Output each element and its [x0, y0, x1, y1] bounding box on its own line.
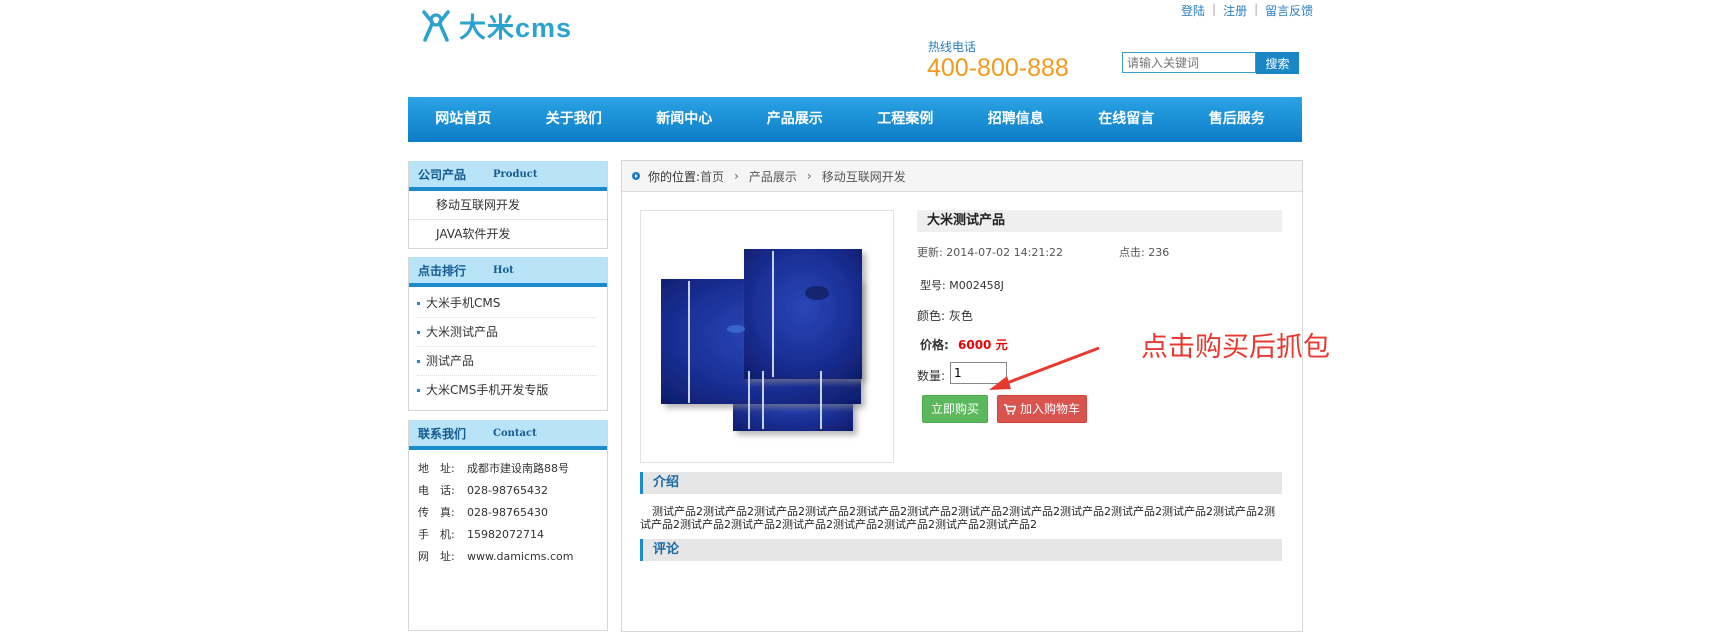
bullet-icon [417, 301, 420, 305]
search-button[interactable]: 搜索 [1256, 52, 1299, 74]
contact-key: 手 机: [418, 528, 455, 541]
product-updated: 更新: 2014-07-02 14:21:22 [917, 246, 1064, 259]
contact-header: 联系我们 Contact [409, 420, 607, 450]
hot-title-en: Hot [493, 264, 514, 276]
contact-mobile: 手 机: 15982072714 [418, 524, 607, 546]
contact-value: 028-98765432 [467, 484, 548, 497]
feedback-link[interactable]: 留言反馈 [1265, 2, 1313, 19]
product-title: 大米测试产品 [917, 210, 1282, 232]
breadcrumb-label: 你的位置: [648, 169, 701, 184]
search-input[interactable] [1122, 52, 1256, 73]
contact-key: 传 真: [418, 506, 455, 519]
breadcrumb-home[interactable]: 首页 [700, 168, 724, 185]
product-category-title-en: Product [493, 168, 538, 180]
login-link[interactable]: 登陆 [1181, 2, 1205, 19]
cart-icon [1003, 403, 1016, 415]
link-separator: | [1212, 2, 1217, 16]
hot-item[interactable]: 大米测试产品 [417, 318, 597, 347]
nav-about[interactable]: 关于我们 [519, 97, 630, 142]
logo-text: 大米cms [459, 13, 573, 43]
register-link[interactable]: 注册 [1223, 2, 1247, 19]
contact-title: 联系我们 [418, 426, 467, 441]
contact-phone: 电 话: 028-98765432 [418, 480, 607, 502]
chevron-right-icon: › [806, 169, 812, 183]
hot-header: 点击排行 Hot [409, 257, 607, 287]
contact-key: 电 话: [418, 484, 455, 497]
top-links: 登陆 | 注册 | 留言反馈 [1181, 2, 1313, 19]
main-nav: 网站首页 关于我们 新闻中心 产品展示 工程案例 招聘信息 在线留言 售后服务 [408, 97, 1302, 142]
category-item[interactable]: JAVA软件开发 [409, 220, 607, 248]
nav-message[interactable]: 在线留言 [1071, 97, 1182, 142]
chevron-right-icon: › [734, 169, 739, 183]
hot-item-link[interactable]: 大米CMS手机开发专版 [426, 376, 548, 404]
hot-item[interactable]: 测试产品 [417, 347, 597, 376]
logo-icon [422, 9, 450, 42]
comment-section-title: 评论 [640, 539, 1282, 561]
contact-address: 地 址: 成都市建设南路88号 [418, 458, 607, 480]
annotation-text: 点击购买后抓包 [1141, 332, 1330, 363]
link-separator: | [1254, 2, 1259, 16]
solar-panel-image [661, 249, 862, 431]
search-box: 搜索 [1122, 52, 1299, 74]
product-color: 颜色: 灰色 [917, 309, 973, 323]
nav-home[interactable]: 网站首页 [408, 97, 519, 142]
hot-item-link[interactable]: 大米手机CMS [426, 289, 500, 317]
contact-value: 成都市建设南路88号 [467, 462, 569, 475]
product-category-title: 公司产品 [418, 167, 467, 182]
category-item[interactable]: 移动互联网开发 [409, 191, 607, 220]
contact-key: 地 址: [418, 462, 455, 475]
product-model: 型号: M002458J [920, 279, 1004, 292]
product-category-header: 公司产品 Product [409, 161, 607, 191]
contact-title-en: Contact [493, 427, 537, 439]
breadcrumb-category[interactable]: 移动互联网开发 [822, 168, 906, 185]
bullet-icon [417, 330, 420, 334]
buy-now-button[interactable]: 立即购买 [922, 395, 988, 423]
quantity-label: 数量: [917, 369, 946, 383]
product-category-box: 公司产品 Product 移动互联网开发 JAVA软件开发 [408, 161, 608, 249]
contact-value: 028-98765430 [467, 506, 548, 519]
hot-title: 点击排行 [418, 263, 467, 278]
hot-item-link[interactable]: 大米测试产品 [426, 318, 498, 346]
intro-text: 测试产品2测试产品2测试产品2测试产品2测试产品2测试产品2测试产品2测试产品2… [640, 505, 1275, 531]
logo[interactable]: 大米cms [421, 6, 572, 45]
add-to-cart-label: 加入购物车 [1019, 402, 1080, 416]
hot-item[interactable]: 大米手机CMS [417, 289, 597, 318]
hot-box: 点击排行 Hot 大米手机CMS 大米测试产品 测试产品 大米CMS手机开发专版 [408, 257, 608, 411]
product-clicks: 点击: 236 [1119, 246, 1170, 259]
bullet-icon [417, 388, 420, 392]
contact-website: 网 址: www.damicms.com [418, 546, 607, 568]
breadcrumb: 你的位置: 首页 › 产品展示 › 移动互联网开发 [622, 161, 1302, 192]
contact-box: 联系我们 Contact 地 址: 成都市建设南路88号 电 话: 028-9876… [408, 420, 608, 631]
hotline-label: 热线电话 [928, 40, 977, 54]
hot-item-link[interactable]: 测试产品 [426, 347, 474, 375]
bullet-icon [417, 359, 420, 363]
nav-products[interactable]: 产品展示 [740, 97, 851, 142]
contact-key: 网 址: [418, 550, 455, 563]
annotation-arrow-icon [989, 346, 1100, 390]
hotline-number: 400-800-888 [927, 54, 1069, 82]
website-link[interactable]: www.damicms.com [467, 546, 573, 568]
nav-cases[interactable]: 工程案例 [850, 97, 961, 142]
product-image[interactable] [640, 210, 894, 463]
nav-service[interactable]: 售后服务 [1182, 97, 1293, 142]
price-label: 价格: [920, 338, 949, 352]
hot-item[interactable]: 大米CMS手机开发专版 [417, 376, 597, 404]
contact-fax: 传 真: 028-98765430 [418, 502, 607, 524]
nav-news[interactable]: 新闻中心 [629, 97, 740, 142]
intro-section-title: 介绍 [640, 472, 1282, 494]
location-icon [632, 172, 640, 180]
add-to-cart-button[interactable]: 加入购物车 [997, 395, 1087, 423]
nav-jobs[interactable]: 招聘信息 [961, 97, 1072, 142]
breadcrumb-products[interactable]: 产品展示 [749, 168, 797, 185]
contact-value: 15982072714 [467, 528, 544, 541]
